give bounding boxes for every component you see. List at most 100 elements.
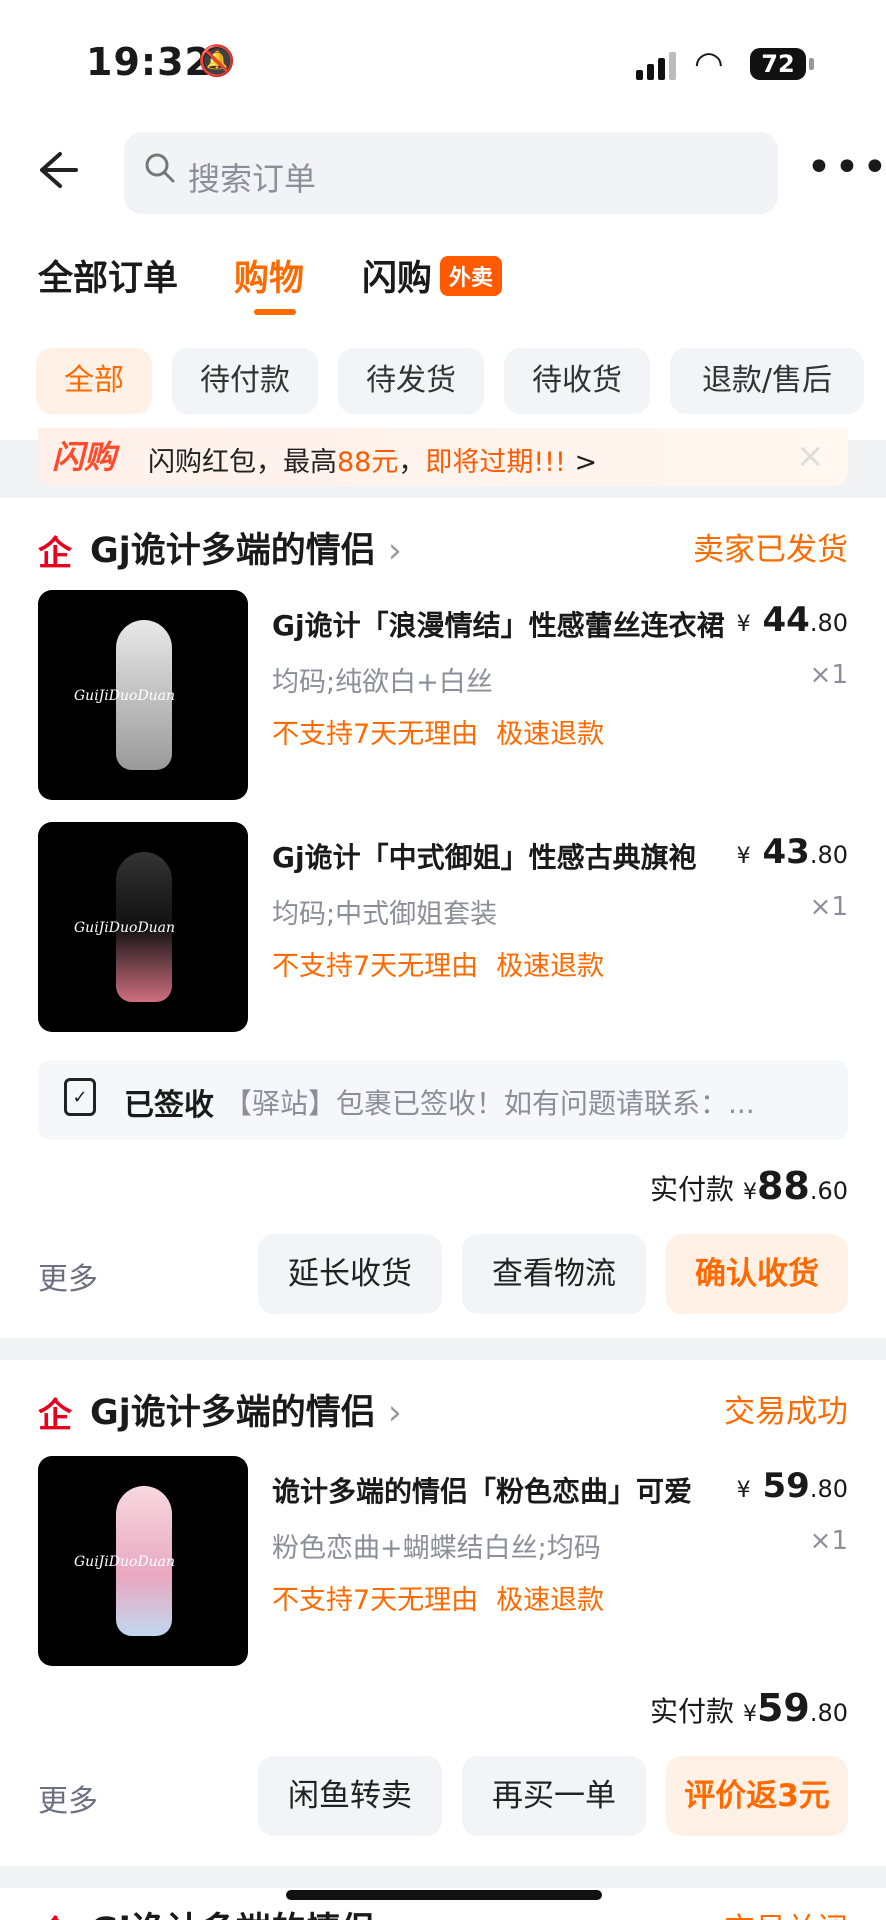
shop-name: Gj诡计多端的情侣 › [90,1384,402,1435]
shop-name-text: Gj诡计多端的情侣 [90,531,376,571]
status-time: 19:32 [86,40,212,84]
delivery-status-text: 【驿站】包裹已签收！如有问题请联系：... [224,1087,755,1120]
thumb-watermark: GuiJiDuoDuan [74,920,176,936]
filter-chips: 全部 待付款 待发货 待收货 退款/售后 [36,348,886,414]
currency-symbol: ¥ [736,612,751,637]
chevron-right-icon: › [387,1393,402,1433]
policy-return: 不支持7天无理由 [272,1585,479,1616]
extend-receipt-button[interactable]: 延长收货 [258,1234,442,1314]
order-status: 交易关闭 [724,1904,848,1920]
view-logistics-button[interactable]: 查看物流 [462,1234,646,1314]
policy-refund: 极速退款 [496,951,605,982]
order-card: 企 Gj诡计多端的情侣 › 卖家已发货 GuiJiDuoDuan Gj诡计「浪漫… [0,498,886,1338]
item-title: 诡计多端的情侣「粉色恋曲」可爱 [272,1475,693,1508]
tab-flash-buy-label: 闪购 [362,259,433,299]
price-dec: .80 [809,841,848,869]
buy-again-button[interactable]: 再买一单 [462,1756,646,1836]
item-spec: 均码;纯欲白+白丝 [272,667,493,698]
currency-symbol: ¥ [742,1180,757,1205]
order-item[interactable]: GuiJiDuoDuan 诡计多端的情侣「粉色恋曲」可爱 ¥ 59.80 粉色恋… [38,1456,848,1666]
policy-return: 不支持7天无理由 [272,719,479,750]
flash-buy-logo: 闪购 [52,438,117,476]
tab-flash-buy[interactable]: 闪购 外卖 [362,250,503,301]
header-area: 19:32 🔕 ◠ 72 搜索订单 ••• 全部订单 购物 闪购 外卖 全部 待付… [0,0,886,486]
item-qty: ×1 [809,892,848,922]
takeout-tag: 外卖 [440,256,503,296]
item-qty: ×1 [809,1526,848,1556]
paid-dec: .60 [809,1177,848,1205]
paid-label: 实付款 [650,1695,735,1728]
paid-dec: .80 [809,1699,848,1727]
currency-symbol: ¥ [736,1478,751,1503]
shop-icon: 企 [38,1396,72,1436]
item-price: ¥ 44.80 [737,600,848,640]
item-price: ¥ 59.80 [737,1466,848,1506]
resell-button[interactable]: 闲鱼转卖 [258,1756,442,1836]
product-image: GuiJiDuoDuan [38,1456,248,1666]
currency-symbol: ¥ [736,844,751,869]
confirm-receipt-button[interactable]: 确认收货 [666,1234,848,1314]
currency-symbol: ¥ [742,1702,757,1727]
filter-all[interactable]: 全部 [36,348,152,414]
promo-amount: 88元 [337,447,399,478]
item-qty: ×1 [809,660,848,690]
shop-icon: 企 [38,534,72,574]
tab-shopping[interactable]: 购物 [234,250,304,315]
filter-pending-shipment[interactable]: 待发货 [338,348,484,414]
item-spec: 均码;中式御姐套装 [272,899,498,930]
item-policy: 不支持7天无理由 极速退款 [272,944,622,983]
thumb-watermark: GuiJiDuoDuan [74,1554,176,1570]
order-status: 交易成功 [724,1394,848,1430]
filter-pending-payment[interactable]: 待付款 [172,348,318,414]
promo-banner[interactable]: 闪购 闪购红包，最高88元，即将过期!!! > × [38,428,848,486]
order-item[interactable]: GuiJiDuoDuan Gj诡计「浪漫情结」性感蕾丝连衣裙 ¥ 44.80 均… [38,590,848,800]
order-item[interactable]: GuiJiDuoDuan Gj诡计「中式御姐」性感古典旗袍 ¥ 43.80 均码… [38,822,848,1032]
promo-comma: ， [398,447,426,478]
home-indicator[interactable] [286,1890,602,1900]
item-policy: 不支持7天无理由 极速退款 [272,712,622,751]
promo-text: 闪购红包，最高88元，即将过期!!! > [148,440,597,479]
shop-icon: 企 [38,1906,72,1920]
review-reward-button[interactable]: 评价返3元 [666,1756,848,1836]
policy-return: 不支持7天无理由 [272,951,479,982]
more-link[interactable]: 更多 [38,1254,98,1298]
chevron-right-icon: > [574,447,598,478]
paid-int: 88 [756,1164,810,1208]
mute-bell-icon: 🔕 [198,44,236,79]
battery-icon: 72 [750,48,814,80]
price-int: 59 [762,1466,810,1506]
price-int: 43 [762,832,810,872]
promo-expire: 即将过期!!! [425,447,566,478]
status-bar: 19:32 🔕 ◠ 72 [0,0,886,120]
item-title: Gj诡计「浪漫情结」性感蕾丝连衣裙 [272,609,725,642]
more-link[interactable]: 更多 [38,1776,98,1820]
cellular-signal-icon [636,52,680,80]
wifi-icon: ◠ [694,44,724,84]
paid-int: 59 [756,1686,810,1730]
policy-refund: 极速退款 [496,719,605,750]
policy-refund: 极速退款 [496,1585,605,1616]
paid-amount: 实付款 ¥88.60 [650,1164,848,1208]
more-menu-icon[interactable]: ••• [806,146,886,190]
filter-pending-receipt[interactable]: 待收货 [504,348,650,414]
order-status: 卖家已发货 [693,532,848,568]
product-image: GuiJiDuoDuan [38,822,248,1032]
search-input[interactable]: 搜索订单 [124,132,778,214]
paid-label: 实付款 [650,1173,735,1206]
price-dec: .80 [809,609,848,637]
promo-pre: 闪购红包，最高 [148,447,337,478]
clipboard-check-icon: ✓ [64,1078,96,1116]
shop-name: Gj诡计多端的情侣 › [90,522,402,573]
item-price: ¥ 43.80 [737,832,848,872]
tab-all-orders[interactable]: 全部订单 [38,250,178,301]
product-image: GuiJiDuoDuan [38,590,248,800]
thumb-watermark: GuiJiDuoDuan [74,688,176,704]
close-icon[interactable]: × [796,436,825,476]
search-placeholder: 搜索订单 [188,160,317,198]
shop-name: Gj诡计多端的情侣 [90,1902,376,1920]
delivery-status-bar[interactable]: ✓ 已签收 【驿站】包裹已签收！如有问题请联系：... [38,1060,848,1140]
paid-amount: 实付款 ¥59.80 [650,1686,848,1730]
filter-refund[interactable]: 退款/售后 [670,348,864,414]
chevron-right-icon: › [387,531,402,571]
back-arrow-icon[interactable] [36,148,86,198]
